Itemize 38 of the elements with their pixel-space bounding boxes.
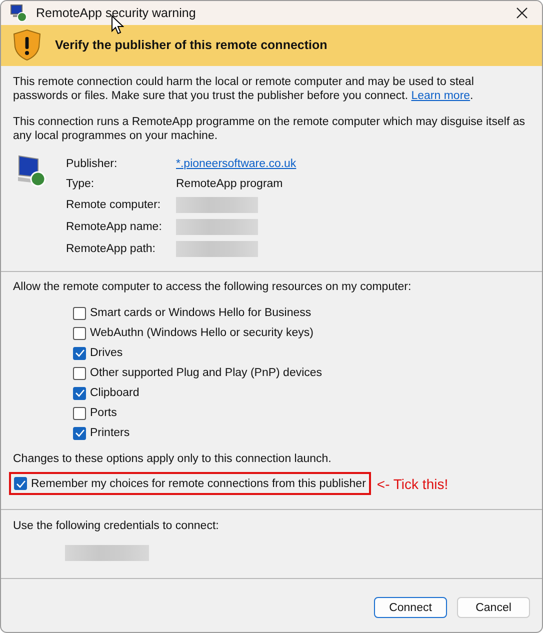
- checkbox-label: Drives: [90, 346, 123, 360]
- detail-value: RemoteApp program: [176, 176, 284, 191]
- learn-more-link[interactable]: Learn more: [411, 90, 470, 102]
- description-text: This connection runs a RemoteApp programme on the remote computer which may disguise itself as any local programmes on your machine.: [13, 114, 526, 143]
- cancel-button[interactable]: Cancel: [457, 597, 530, 618]
- banner-heading: Verify the publisher of this remote connection: [55, 38, 328, 52]
- detail-label: Type:: [66, 176, 96, 191]
- detail-label: RemoteApp path:: [66, 242, 157, 256]
- detail-label: RemoteApp name:: [66, 220, 163, 234]
- detail-label: Remote computer:: [66, 198, 162, 212]
- checkbox[interactable]: [73, 426, 86, 440]
- checkbox-label: Remember my choices for remote connections from this publisher: [31, 478, 366, 490]
- checkbox-label: Other supported Plug and Play (PnP) devices: [90, 366, 322, 380]
- checkbox-label: WebAuthn (Windows Hello or security keys): [90, 326, 314, 340]
- computer-icon: [16, 152, 48, 187]
- annotation-text: <- Tick this!: [376, 476, 448, 492]
- checkbox-label: Smart cards or Windows Hello for Business: [90, 306, 312, 320]
- checkbox[interactable]: [73, 386, 86, 400]
- checkbox-label: Printers: [90, 426, 130, 440]
- detail-label: Publisher:: [66, 156, 118, 171]
- connect-button[interactable]: Connect: [374, 597, 447, 618]
- checkbox-label: Clipboard: [90, 386, 140, 400]
- checkbox-label: Ports: [90, 406, 117, 420]
- note-text: Changes to these options apply only to this connection launch.: [13, 452, 332, 466]
- checkbox[interactable]: [73, 366, 86, 380]
- window-title: RemoteApp security warning: [36, 6, 197, 20]
- resources-heading: Allow the remote computer to access the following resources on my computer:: [13, 280, 412, 294]
- checkbox[interactable]: [73, 326, 86, 340]
- checkbox[interactable]: [14, 477, 27, 490]
- close-icon[interactable]: [516, 7, 528, 20]
- checkbox[interactable]: [73, 346, 86, 360]
- publisher-link[interactable]: *.pioneersoftware.co.uk: [176, 156, 296, 171]
- app-icon: [10, 4, 28, 22]
- checkbox[interactable]: [73, 306, 86, 320]
- warning-text: This remote connection could harm the local or remote computer and may be used to steal passwords or files. Make sure that you trust the publisher before you connect. Learn more.: [13, 74, 475, 103]
- shield-warning-icon: [13, 29, 41, 62]
- credentials-heading: Use the following credentials to connect:: [13, 519, 220, 534]
- checkbox[interactable]: [73, 406, 86, 420]
